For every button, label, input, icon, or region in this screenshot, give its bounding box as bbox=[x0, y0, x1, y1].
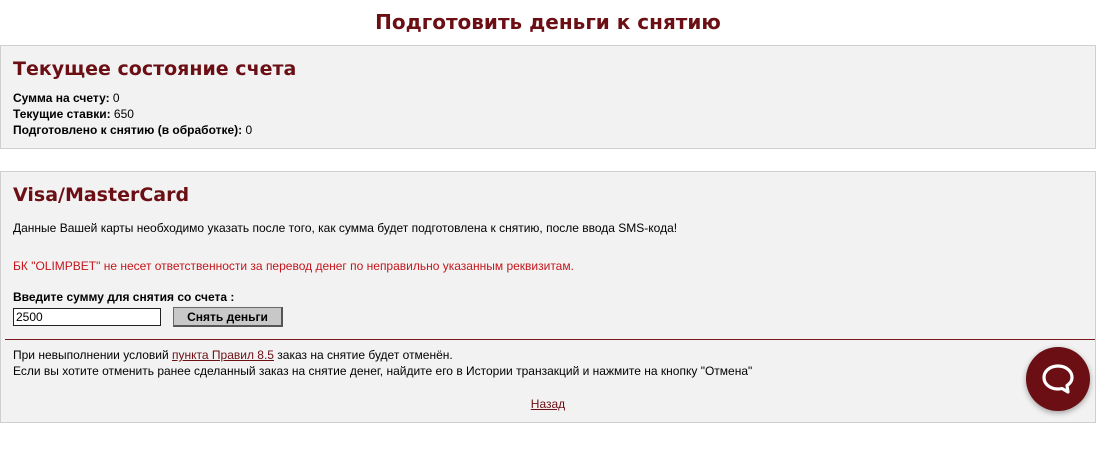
bets-label: Текущие ставки: bbox=[13, 107, 111, 121]
amount-input[interactable] bbox=[13, 308, 161, 326]
rules-suffix: заказ на снятие будет отменён. bbox=[273, 348, 453, 362]
prepared-value: 0 bbox=[245, 123, 253, 137]
prepared-row: Подготовлено к снятию (в обработке): 0 bbox=[13, 123, 252, 137]
balance-row: Сумма на счету: 0 bbox=[13, 91, 120, 105]
cancel-text: Если вы хотите отменить ранее сделанный … bbox=[13, 364, 753, 378]
back-link[interactable]: Назад bbox=[531, 397, 565, 411]
withdraw-button[interactable]: Снять деньги bbox=[173, 307, 283, 327]
rules-text: При невыполнении условий пункта Правил 8… bbox=[13, 348, 453, 362]
rules-link[interactable]: пункта Правил 8.5 bbox=[172, 348, 274, 362]
chat-button[interactable] bbox=[1026, 347, 1090, 411]
divider bbox=[5, 339, 1095, 340]
card-heading: Visa/MasterCard bbox=[13, 184, 190, 206]
bets-row: Текущие ставки: 650 bbox=[13, 107, 134, 121]
account-status-panel: Текущее состояние счета Сумма на счету: … bbox=[0, 45, 1096, 149]
card-warning-text: БК "OLIMPBET" не несет ответственности з… bbox=[13, 259, 574, 273]
bets-value: 650 bbox=[113, 107, 134, 121]
chat-bubble-icon bbox=[1042, 364, 1074, 394]
prepared-label: Подготовлено к снятию (в обработке): bbox=[13, 123, 243, 137]
card-withdraw-panel: Visa/MasterCard Данные Вашей карты необх… bbox=[0, 171, 1096, 423]
rules-prefix: При невыполнении условий bbox=[13, 348, 173, 362]
amount-label: Введите сумму для снятия со счета : bbox=[13, 290, 235, 304]
account-status-heading: Текущее состояние счета bbox=[13, 58, 297, 80]
balance-value: 0 bbox=[112, 91, 120, 105]
back-wrap: Назад bbox=[1, 397, 1095, 411]
card-info-text: Данные Вашей карты необходимо указать по… bbox=[13, 221, 678, 235]
balance-label: Сумма на счету: bbox=[13, 91, 110, 105]
page-title: Подготовить деньги к снятию bbox=[375, 10, 721, 34]
